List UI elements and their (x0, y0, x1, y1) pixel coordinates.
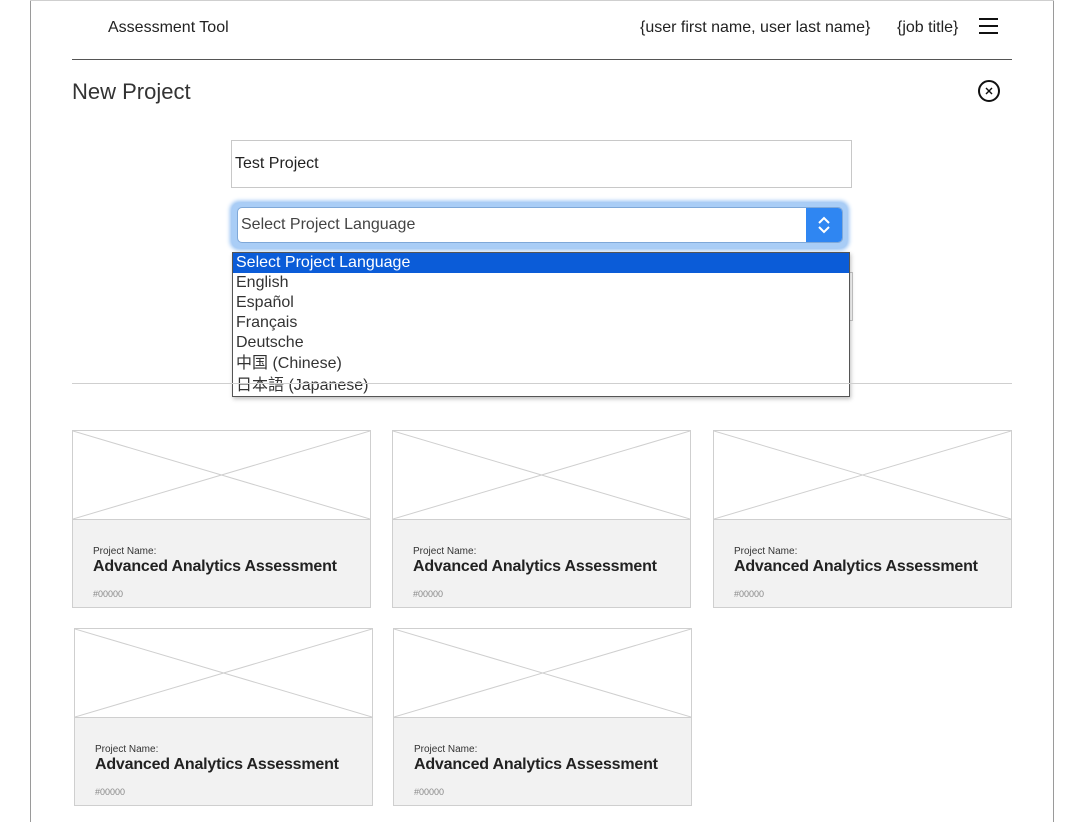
page-title: New Project (72, 79, 191, 104)
close-circle-icon[interactable] (978, 80, 1000, 102)
project-card-info: Project Name: Advanced Analytics Assessm… (394, 718, 691, 805)
language-dropdown-list[interactable]: Select Project Language English Español … (232, 252, 850, 397)
project-card[interactable]: Project Name: Advanced Analytics Assessm… (72, 430, 371, 608)
job-title: {job title} (897, 19, 959, 36)
right-frame-border (1053, 0, 1054, 822)
project-name-label: Project Name: (93, 546, 157, 557)
placeholder-cross (714, 431, 1011, 519)
image-placeholder-icon (714, 431, 1011, 520)
project-card-info: Project Name: Advanced Analytics Assessm… (714, 520, 1011, 607)
image-placeholder-icon (73, 431, 370, 520)
language-option-chinese[interactable]: 中国 (Chinese) (233, 353, 849, 375)
project-card-info: Project Name: Advanced Analytics Assessm… (75, 718, 372, 805)
language-select[interactable]: Select Project Language (237, 207, 843, 243)
project-card[interactable]: Project Name: Advanced Analytics Assessm… (74, 628, 373, 806)
placeholder-cross (73, 431, 370, 519)
language-option-english[interactable]: English (233, 273, 849, 293)
project-card[interactable]: Project Name: Advanced Analytics Assessm… (392, 430, 691, 608)
project-name-label: Project Name: (95, 744, 159, 755)
menu-bar (979, 32, 998, 34)
chevron-up-down-icon (818, 216, 830, 234)
menu-bar (979, 25, 998, 27)
placeholder-cross (394, 629, 691, 717)
project-card-info: Project Name: Advanced Analytics Assessm… (393, 520, 690, 607)
section-divider (72, 383, 1012, 384)
language-select-value: Select Project Language (241, 216, 416, 233)
close-x-icon (985, 87, 993, 95)
project-id: #00000 (414, 787, 445, 797)
language-option-japanese[interactable]: 日本語 (Japanese) (233, 375, 849, 397)
image-placeholder-icon (393, 431, 690, 520)
project-name: Advanced Analytics Assessment (734, 558, 978, 575)
hamburger-menu-icon[interactable] (979, 18, 998, 34)
app-title: Assessment Tool (108, 19, 229, 36)
language-option-placeholder[interactable]: Select Project Language (233, 253, 849, 273)
project-name: Advanced Analytics Assessment (93, 558, 337, 575)
project-name-label: Project Name: (414, 744, 478, 755)
language-option-espanol[interactable]: Español (233, 293, 849, 313)
project-card[interactable]: Project Name: Advanced Analytics Assessm… (713, 430, 1012, 608)
project-name: Advanced Analytics Assessment (413, 558, 657, 575)
project-card[interactable]: Project Name: Advanced Analytics Assessm… (393, 628, 692, 806)
top-frame-border (30, 0, 1054, 1)
image-placeholder-icon (394, 629, 691, 718)
project-name: Advanced Analytics Assessment (95, 756, 339, 773)
project-card-info: Project Name: Advanced Analytics Assessm… (73, 520, 370, 607)
placeholder-cross (393, 431, 690, 519)
project-name-input[interactable] (231, 140, 852, 188)
project-id: #00000 (734, 589, 765, 599)
select-stepper-icon[interactable] (806, 208, 842, 242)
project-name: Advanced Analytics Assessment (414, 756, 658, 773)
project-name-label: Project Name: (734, 546, 798, 557)
user-name[interactable]: {user first name, user last name} (640, 19, 870, 37)
language-option-francais[interactable]: Français (233, 313, 849, 333)
language-option-deutsche[interactable]: Deutsche (233, 333, 849, 353)
menu-bar (979, 18, 998, 20)
project-id: #00000 (93, 589, 124, 599)
project-id: #00000 (413, 589, 444, 599)
left-frame-border (30, 0, 31, 822)
project-id: #00000 (95, 787, 126, 797)
placeholder-cross (75, 629, 372, 717)
image-placeholder-icon (75, 629, 372, 718)
header-divider (72, 59, 1012, 60)
project-name-label: Project Name: (413, 546, 477, 557)
